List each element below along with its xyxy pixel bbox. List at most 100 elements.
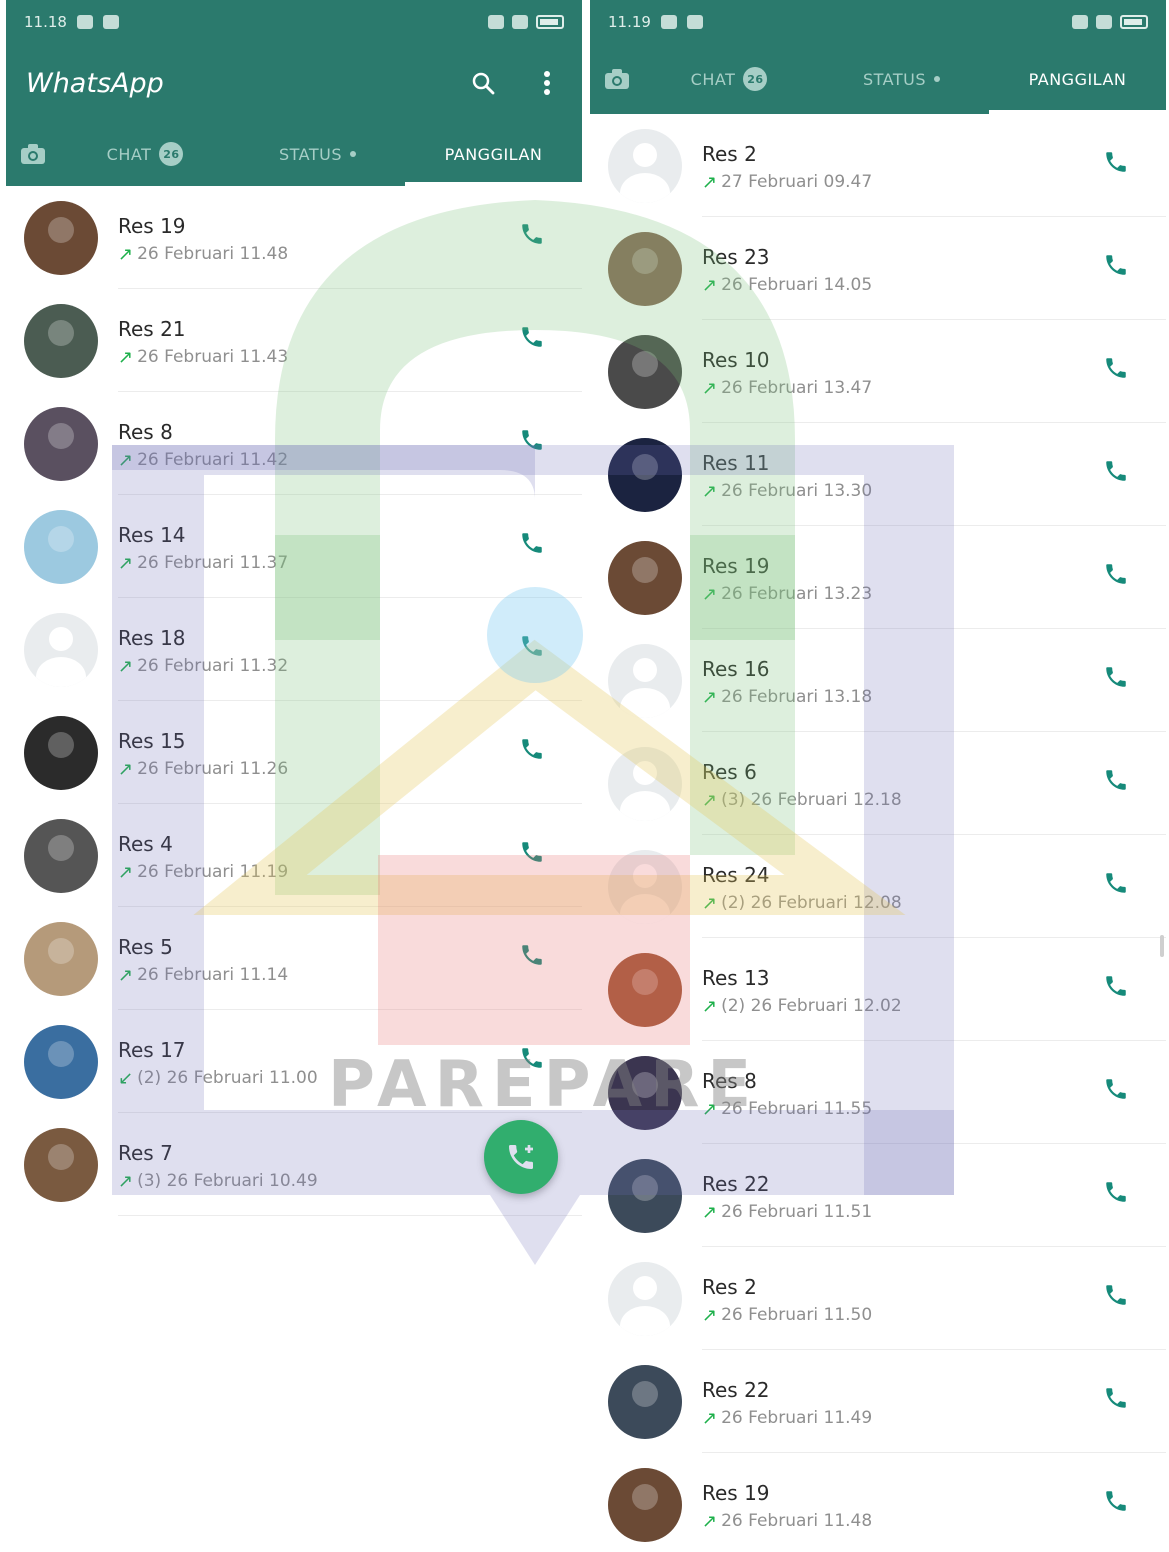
- phone-icon[interactable]: [516, 321, 548, 353]
- phone-icon[interactable]: [516, 1042, 548, 1074]
- phone-icon[interactable]: [1100, 764, 1132, 796]
- avatar[interactable]: [24, 1024, 98, 1099]
- call-row[interactable]: Res 22 ↗ 26 Februari 11.49: [590, 1350, 1166, 1453]
- phone-icon[interactable]: [516, 733, 548, 765]
- tab-camera[interactable]: [590, 44, 644, 114]
- call-row[interactable]: Res 23 ↗ 26 Februari 14.05: [590, 217, 1166, 320]
- tab-status[interactable]: STATUS: [230, 122, 405, 186]
- call-row[interactable]: Res 19 ↗ 26 Februari 11.48: [6, 186, 582, 289]
- avatar[interactable]: [608, 1364, 682, 1439]
- tab-chat[interactable]: CHAT 26: [644, 44, 814, 114]
- phone-icon[interactable]: [1100, 558, 1132, 590]
- call-info: Res 14 ↗ 26 Februari 11.37: [118, 495, 582, 598]
- avatar[interactable]: [608, 1467, 682, 1542]
- call-row[interactable]: Res 6 ↗ (3) 26 Februari 12.18: [590, 732, 1166, 835]
- search-icon[interactable]: [468, 68, 498, 98]
- avatar[interactable]: [608, 1158, 682, 1233]
- phone-icon[interactable]: [516, 424, 548, 456]
- call-detail: ↗ 26 Februari 11.48: [118, 244, 582, 265]
- call-row[interactable]: Res 11 ↗ 26 Februari 13.30: [590, 423, 1166, 526]
- tab-status[interactable]: STATUS: [814, 44, 989, 114]
- phone-icon[interactable]: [1100, 970, 1132, 1002]
- phone-icon[interactable]: [1100, 867, 1132, 899]
- avatar[interactable]: [608, 231, 682, 306]
- avatar[interactable]: [24, 715, 98, 790]
- phone-icon[interactable]: [1100, 1382, 1132, 1414]
- phone-icon[interactable]: [516, 218, 548, 250]
- phone-icon[interactable]: [516, 630, 548, 662]
- call-time: 26 Februari 11.32: [137, 656, 289, 676]
- avatar[interactable]: [24, 921, 98, 996]
- call-row[interactable]: Res 8 ↗ 26 Februari 11.55: [590, 1041, 1166, 1144]
- tab-calls[interactable]: PANGGILAN: [405, 122, 582, 186]
- avatar[interactable]: [608, 952, 682, 1027]
- avatar[interactable]: [608, 643, 682, 718]
- call-row[interactable]: Res 19 ↗ 26 Februari 13.23: [590, 526, 1166, 629]
- avatar[interactable]: [608, 849, 682, 924]
- call-row[interactable]: Res 14 ↗ 26 Februari 11.37: [6, 495, 582, 598]
- tab-chat[interactable]: CHAT 26: [60, 122, 230, 186]
- call-row[interactable]: Res 16 ↗ 26 Februari 13.18: [590, 629, 1166, 732]
- call-row[interactable]: Res 8 ↗ 26 Februari 11.42: [6, 392, 582, 495]
- phone-icon[interactable]: [1100, 1485, 1132, 1517]
- phone-icon[interactable]: [1100, 455, 1132, 487]
- call-info: Res 2 ↗ 26 Februari 11.50: [702, 1247, 1166, 1350]
- call-row[interactable]: Res 10 ↗ 26 Februari 13.47: [590, 320, 1166, 423]
- new-call-button[interactable]: [484, 1120, 558, 1194]
- call-time: 26 Februari 11.49: [721, 1408, 873, 1428]
- call-time: 26 Februari 11.51: [721, 1202, 873, 1222]
- scrollbar[interactable]: [1160, 935, 1164, 957]
- phone-icon[interactable]: [516, 939, 548, 971]
- call-row[interactable]: Res 18 ↗ 26 Februari 11.32: [6, 598, 582, 701]
- tab-calls[interactable]: PANGGILAN: [989, 44, 1166, 114]
- call-row[interactable]: Res 21 ↗ 26 Februari 11.43: [6, 289, 582, 392]
- outgoing-call-icon: ↗: [118, 1170, 134, 1192]
- outgoing-call-icon: ↗: [702, 1201, 718, 1223]
- outgoing-call-icon: ↗: [118, 964, 134, 986]
- call-detail: ↗ (2) 26 Februari 12.02: [702, 996, 1166, 1017]
- call-time: 26 Februari 14.05: [721, 275, 873, 295]
- call-time: 27 Februari 09.47: [721, 172, 873, 192]
- call-row[interactable]: Res 19 ↗ 26 Februari 11.48: [590, 1453, 1166, 1552]
- avatar[interactable]: [24, 818, 98, 893]
- call-row[interactable]: Res 22 ↗ 26 Februari 11.51: [590, 1144, 1166, 1247]
- call-row[interactable]: Res 5 ↗ 26 Februari 11.14: [6, 907, 582, 1010]
- phone-icon[interactable]: [1100, 352, 1132, 384]
- call-info: Res 5 ↗ 26 Februari 11.14: [118, 907, 582, 1010]
- avatar[interactable]: [24, 406, 98, 481]
- call-detail: ↗ 26 Februari 11.55: [702, 1099, 1166, 1120]
- avatar[interactable]: [608, 1055, 682, 1130]
- avatar[interactable]: [608, 128, 682, 203]
- status-dot: [934, 76, 941, 82]
- avatar[interactable]: [24, 303, 98, 378]
- avatar[interactable]: [608, 746, 682, 821]
- call-row[interactable]: Res 2 ↗ 26 Februari 11.50: [590, 1247, 1166, 1350]
- call-detail: ↗ 26 Februari 11.51: [702, 1202, 1166, 1223]
- call-row[interactable]: Res 24 ↗ (2) 26 Februari 12.08: [590, 835, 1166, 938]
- phone-icon[interactable]: [1100, 1279, 1132, 1311]
- contact-name: Res 13: [702, 965, 770, 990]
- tab-camera[interactable]: [6, 122, 60, 186]
- avatar[interactable]: [608, 334, 682, 409]
- avatar[interactable]: [608, 540, 682, 615]
- avatar[interactable]: [24, 200, 98, 275]
- call-row[interactable]: Res 2 ↗ 27 Februari 09.47: [590, 114, 1166, 217]
- avatar[interactable]: [608, 1261, 682, 1336]
- phone-icon[interactable]: [1100, 249, 1132, 281]
- more-vert-icon[interactable]: [532, 68, 562, 98]
- outgoing-call-icon: ↗: [118, 758, 134, 780]
- phone-icon[interactable]: [1100, 1176, 1132, 1208]
- call-row[interactable]: Res 17 ↗ (2) 26 Februari 11.00: [6, 1010, 582, 1113]
- phone-icon[interactable]: [516, 527, 548, 559]
- avatar[interactable]: [24, 1127, 98, 1202]
- phone-icon[interactable]: [1100, 146, 1132, 178]
- phone-icon[interactable]: [516, 836, 548, 868]
- call-row[interactable]: Res 4 ↗ 26 Februari 11.19: [6, 804, 582, 907]
- avatar[interactable]: [24, 612, 98, 687]
- phone-icon[interactable]: [1100, 661, 1132, 693]
- avatar[interactable]: [608, 437, 682, 512]
- call-row[interactable]: Res 13 ↗ (2) 26 Februari 12.02: [590, 938, 1166, 1041]
- call-row[interactable]: Res 15 ↗ 26 Februari 11.26: [6, 701, 582, 804]
- avatar[interactable]: [24, 509, 98, 584]
- phone-icon[interactable]: [1100, 1073, 1132, 1105]
